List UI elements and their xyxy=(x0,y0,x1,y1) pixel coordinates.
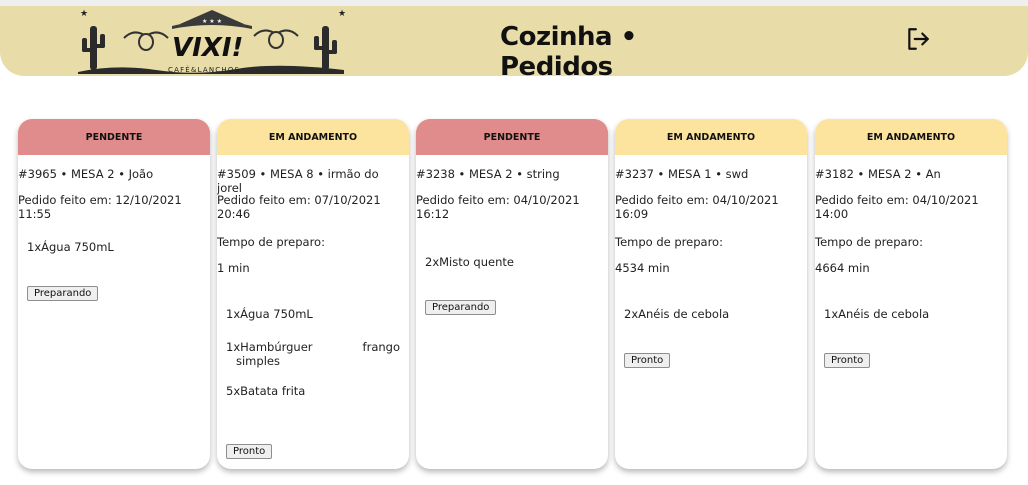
ready-button[interactable]: Pronto xyxy=(824,353,871,368)
logout-icon[interactable] xyxy=(905,26,931,52)
order-placed-time: Pedido feito em: 04/10/2021 16:09 xyxy=(615,193,779,221)
order-placed-time: Pedido feito em: 07/10/2021 20:46 xyxy=(217,193,381,221)
order-items: 1xÁgua 750mL 1xHambúrguer frango simples … xyxy=(226,307,400,422)
page-title: Cozinha • Pedidos xyxy=(500,22,637,82)
prep-time-label: Tempo de preparo: xyxy=(217,235,325,249)
svg-text:CAFÉ&LANCHOS: CAFÉ&LANCHOS xyxy=(168,65,240,74)
order-item: 2xAnéis de cebola xyxy=(624,307,730,321)
prep-time-value: 1 min xyxy=(217,261,250,275)
order-item: 1xÁgua 750mL xyxy=(27,240,114,254)
prep-time-label: Tempo de preparo: xyxy=(815,235,923,249)
order-placed-time: Pedido feito em: 04/10/2021 16:12 xyxy=(416,193,580,221)
status-badge: PENDENTE xyxy=(18,119,210,155)
ready-button[interactable]: Pronto xyxy=(226,444,273,459)
order-card: PENDENTE #3238 • MESA 2 • string Pedido … xyxy=(416,119,608,469)
prep-time-label: Tempo de preparo: xyxy=(615,235,723,249)
order-items: 2xAnéis de cebola xyxy=(624,307,798,345)
ready-button[interactable]: Pronto xyxy=(624,353,671,368)
order-title: #3965 • MESA 2 • João xyxy=(18,167,154,181)
order-placed-time: Pedido feito em: 12/10/2021 11:55 xyxy=(18,193,182,221)
order-items: 1xAnéis de cebola xyxy=(824,307,998,345)
order-item: 1xÁgua 750mL xyxy=(226,307,313,321)
order-item: 1xAnéis de cebola xyxy=(824,307,930,321)
order-item: 2xMisto quente xyxy=(425,255,514,269)
order-item: 5xBatata frita xyxy=(226,384,306,398)
order-title: #3182 • MESA 2 • An xyxy=(815,167,941,181)
svg-text:VIXI!: VIXI! xyxy=(172,33,243,63)
order-item: 1xHambúrguer frango simples xyxy=(226,340,400,368)
svg-text:★ ★ ★: ★ ★ ★ xyxy=(202,18,222,25)
order-card: EM ANDAMENTO #3509 • MESA 8 • irmão do j… xyxy=(217,119,409,469)
order-title: #3237 • MESA 1 • swd xyxy=(615,167,749,181)
brand-logo: ★ ★ ★ ★ ★ VIXI! CAFÉ&LANCHOS xyxy=(76,6,346,76)
preparing-button[interactable]: Preparando xyxy=(27,286,99,301)
prep-time-value: 4534 min xyxy=(615,261,670,275)
status-badge: EM ANDAMENTO xyxy=(815,119,1007,155)
status-badge: EM ANDAMENTO xyxy=(217,119,409,155)
order-card: EM ANDAMENTO #3237 • MESA 1 • swd Pedido… xyxy=(615,119,807,469)
order-items: 1xÁgua 750mL xyxy=(27,240,201,278)
order-card: PENDENTE #3965 • MESA 2 • João Pedido fe… xyxy=(18,119,210,469)
order-items: 2xMisto quente xyxy=(425,255,599,293)
order-title: #3238 • MESA 2 • string xyxy=(416,167,560,181)
svg-text:★: ★ xyxy=(338,9,346,19)
order-title: #3509 • MESA 8 • irmão do jorel xyxy=(217,167,379,195)
order-card: EM ANDAMENTO #3182 • MESA 2 • An Pedido … xyxy=(815,119,1007,469)
app-header: ★ ★ ★ ★ ★ VIXI! CAFÉ&LANCHOS Cozinha • P… xyxy=(0,6,1028,82)
preparing-button[interactable]: Preparando xyxy=(425,300,497,315)
status-badge: PENDENTE xyxy=(416,119,608,155)
orders-board: PENDENTE #3965 • MESA 2 • João Pedido fe… xyxy=(18,119,1018,471)
svg-text:★: ★ xyxy=(80,9,88,19)
prep-time-value: 4664 min xyxy=(815,261,870,275)
order-placed-time: Pedido feito em: 04/10/2021 14:00 xyxy=(815,193,979,221)
status-badge: EM ANDAMENTO xyxy=(615,119,807,155)
